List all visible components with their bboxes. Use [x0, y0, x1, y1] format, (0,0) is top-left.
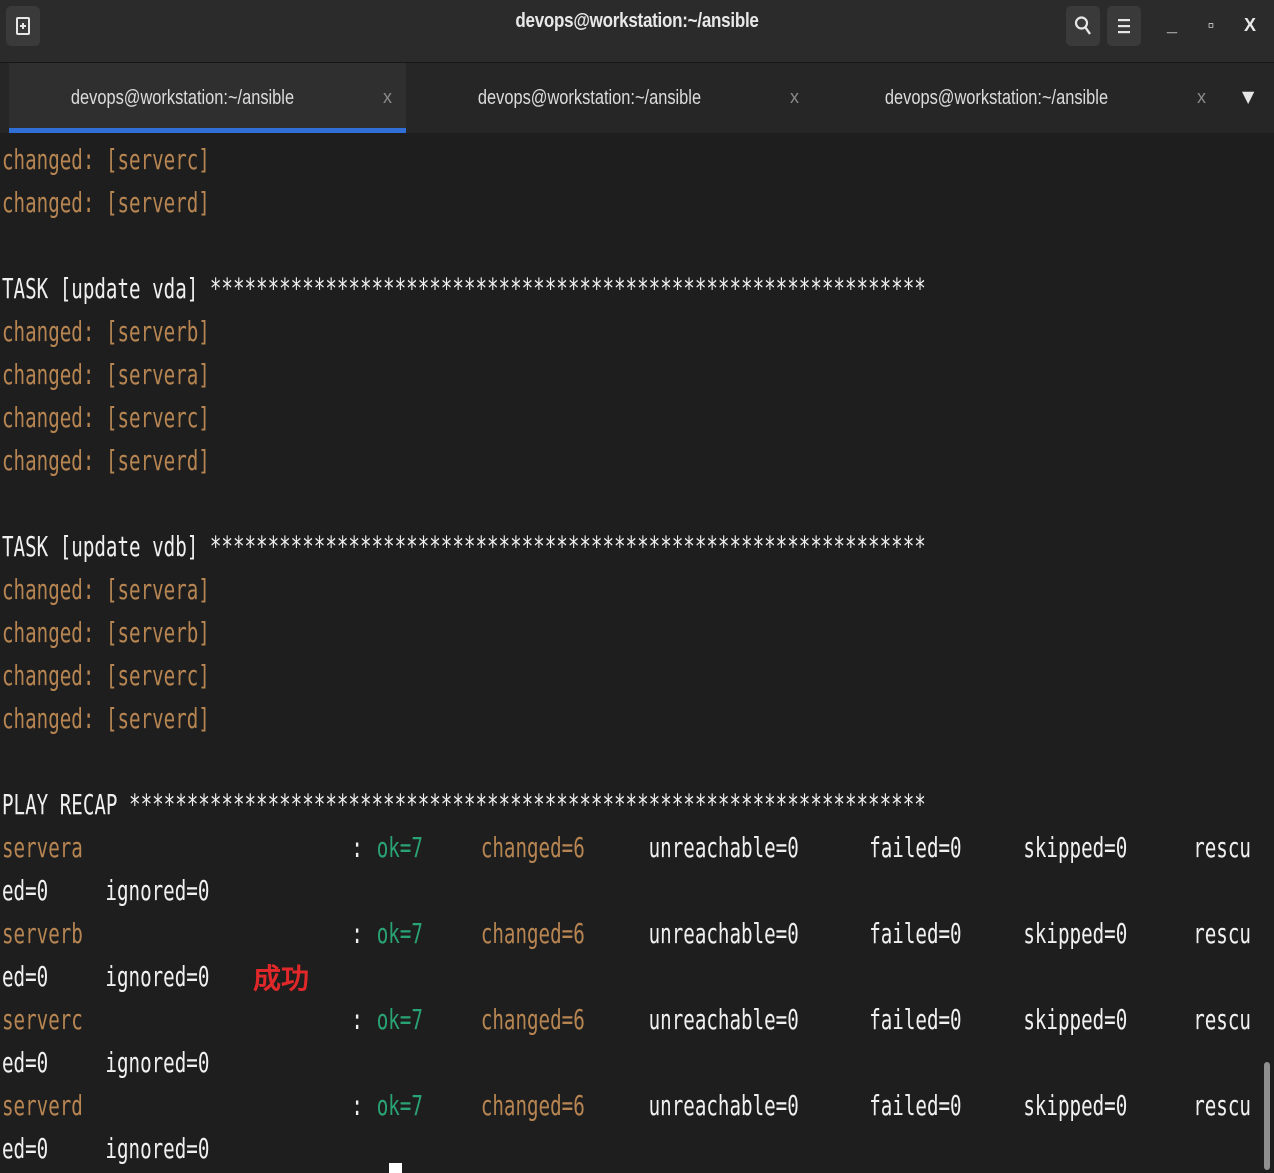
- menu-button[interactable]: [1107, 6, 1141, 46]
- new-tab-icon: [16, 17, 30, 35]
- search-icon: [1074, 16, 1091, 35]
- output-line: changed: [serverb]: [2, 315, 210, 348]
- output-line: changed: [serverb]: [2, 616, 210, 649]
- output-line: changed: [serverc]: [2, 659, 210, 692]
- task-header: TASK [update vdb] **********************…: [2, 530, 926, 563]
- new-tab-button[interactable]: [6, 6, 40, 46]
- tab-2[interactable]: devops@workstation:~/ansible x: [416, 63, 813, 133]
- tab-label: devops@workstation:~/ansible: [477, 87, 702, 109]
- scrollbar-thumb[interactable]: [1264, 1062, 1270, 1170]
- recap-row-cont: ed=0 ignored=0: [2, 1132, 210, 1165]
- tab-close-icon[interactable]: x: [790, 87, 799, 108]
- task-header: TASK [update vda] **********************…: [2, 272, 926, 305]
- window-title: devops@workstation:~/ansible: [515, 10, 759, 32]
- output-line: changed: [serverc]: [2, 143, 210, 176]
- tab-label: devops@workstation:~/ansible: [884, 87, 1109, 109]
- search-button[interactable]: [1066, 6, 1100, 46]
- play-recap-header: PLAY RECAP *****************************…: [2, 788, 926, 821]
- recap-row: serverc : ok=7 changed=6 unreachable=0 f…: [2, 1003, 1251, 1036]
- title-bar: devops@workstation:~/ansible _ ▫ X: [0, 0, 1274, 63]
- minimize-icon: _: [1166, 15, 1177, 35]
- scrollbar[interactable]: [1258, 134, 1274, 1173]
- close-button[interactable]: X: [1232, 10, 1268, 40]
- output-line: changed: [servera]: [2, 573, 210, 606]
- maximize-icon: ▫: [1207, 15, 1215, 35]
- tab-3[interactable]: devops@workstation:~/ansible x: [823, 63, 1220, 133]
- output-line: changed: [serverd]: [2, 186, 210, 219]
- tab-close-icon[interactable]: x: [383, 87, 392, 108]
- tab-strip: devops@workstation:~/ansible x devops@wo…: [0, 63, 1274, 133]
- minimize-button[interactable]: _: [1154, 10, 1190, 40]
- output-line: changed: [serverc]: [2, 401, 210, 434]
- recap-row: serverb : ok=7 changed=6 unreachable=0 f…: [2, 917, 1251, 950]
- recap-row-cont: ed=0 ignored=0: [2, 960, 210, 993]
- tab-label: devops@workstation:~/ansible: [70, 87, 295, 109]
- terminal-output[interactable]: changed: [serverc] changed: [serverd] TA…: [0, 134, 1258, 1173]
- output-line: changed: [serverd]: [2, 702, 210, 735]
- recap-row: servera : ok=7 changed=6 unreachable=0 f…: [2, 831, 1251, 864]
- dropdown-arrow-icon[interactable]: ▼: [1242, 87, 1254, 106]
- recap-row-cont: ed=0 ignored=0: [2, 1046, 210, 1079]
- tab-close-icon[interactable]: x: [1197, 87, 1206, 108]
- output-line: changed: [servera]: [2, 358, 210, 391]
- recap-row: serverd : ok=7 changed=6 unreachable=0 f…: [2, 1089, 1251, 1122]
- tab-1[interactable]: devops@workstation:~/ansible x: [9, 63, 406, 133]
- maximize-button[interactable]: ▫: [1193, 10, 1229, 40]
- output-line: changed: [serverd]: [2, 444, 210, 477]
- hamburger-menu-icon: [1118, 19, 1130, 34]
- recap-row-cont: ed=0 ignored=0: [2, 874, 210, 907]
- close-icon: X: [1243, 15, 1256, 35]
- success-annotation: 成功: [253, 962, 310, 995]
- terminal-cursor: [389, 1163, 402, 1173]
